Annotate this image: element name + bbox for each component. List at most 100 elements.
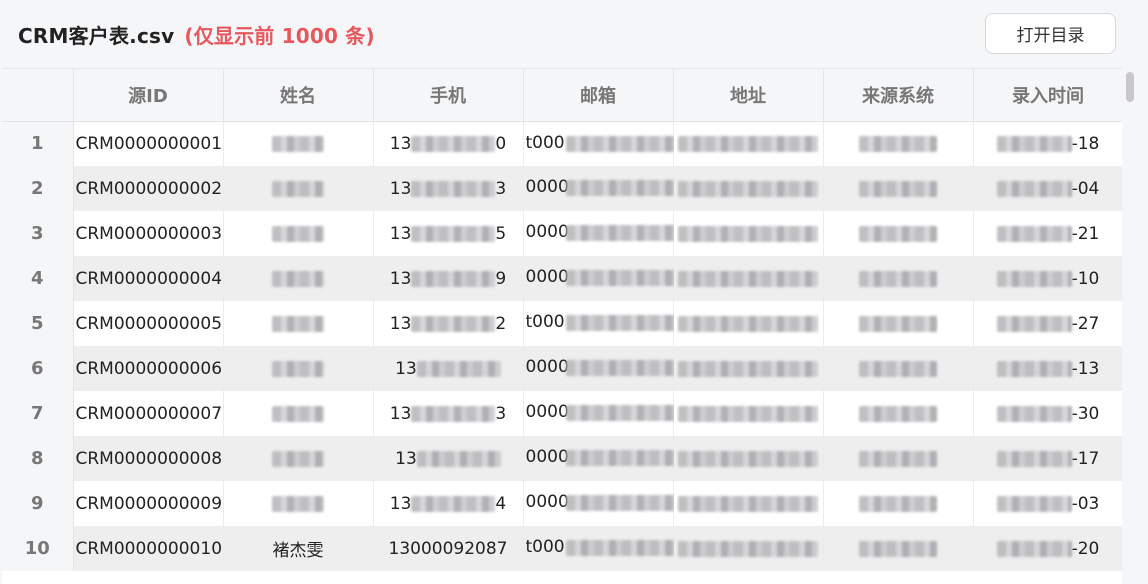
cell-email[interactable]: 0000 bbox=[523, 256, 821, 301]
cell-entry-time[interactable]: -03 bbox=[973, 481, 1122, 526]
table-row[interactable]: 10 CRM0000000010 褚杰雯 13000092087 t000 -20 bbox=[2, 526, 1122, 571]
cell-source-system[interactable] bbox=[823, 346, 974, 391]
cell-email[interactable]: 0000 bbox=[523, 166, 821, 211]
cell-name[interactable]: 褚杰雯 bbox=[223, 526, 374, 571]
cell-entry-time[interactable]: -30 bbox=[973, 391, 1122, 436]
cell-source-system[interactable] bbox=[823, 256, 974, 301]
column-header-phone[interactable]: 手机 bbox=[373, 69, 524, 122]
cell-address[interactable] bbox=[673, 121, 824, 166]
cell-source-id[interactable]: CRM0000000003 bbox=[73, 211, 224, 256]
cell-source-system[interactable] bbox=[823, 211, 974, 256]
cell-name[interactable] bbox=[223, 436, 374, 481]
cell-entry-time[interactable]: -20 bbox=[973, 526, 1122, 571]
redacted-date bbox=[996, 405, 1072, 422]
table-row[interactable]: 1 CRM0000000001 13 0 t000 -18 bbox=[2, 121, 1122, 166]
cell-source-id[interactable]: CRM0000000009 bbox=[73, 481, 224, 526]
name-text: 褚杰雯 bbox=[272, 541, 324, 561]
column-header-address[interactable]: 地址 bbox=[673, 69, 824, 122]
cell-name[interactable] bbox=[223, 481, 374, 526]
cell-email[interactable]: 0000 bbox=[523, 346, 821, 391]
open-directory-button[interactable]: 打开目录 bbox=[985, 13, 1116, 54]
redacted-name bbox=[272, 315, 324, 332]
cell-email[interactable]: 0000 bbox=[523, 436, 821, 481]
cell-source-system[interactable] bbox=[823, 481, 974, 526]
cell-name[interactable] bbox=[223, 256, 374, 301]
cell-phone[interactable]: 13 9 bbox=[373, 256, 524, 301]
redacted-name bbox=[272, 225, 324, 242]
cell-name[interactable] bbox=[223, 391, 374, 436]
cell-source-id[interactable]: CRM0000000004 bbox=[73, 256, 224, 301]
cell-entry-time[interactable]: -13 bbox=[973, 346, 1122, 391]
cell-source-id[interactable]: CRM0000000002 bbox=[73, 166, 224, 211]
cell-email[interactable]: 0000 bbox=[523, 391, 821, 436]
cell-phone[interactable]: 13 bbox=[373, 436, 524, 481]
table-row[interactable]: 8 CRM0000000008 13 0000 -17 bbox=[2, 436, 1122, 481]
cell-address[interactable] bbox=[673, 166, 824, 211]
cell-address[interactable] bbox=[673, 256, 824, 301]
cell-name[interactable] bbox=[223, 121, 374, 166]
table-row[interactable]: 6 CRM0000000006 13 0000 -13 bbox=[2, 346, 1122, 391]
table-row[interactable]: 9 CRM0000000009 13 4 0000 -03 bbox=[2, 481, 1122, 526]
cell-source-id[interactable]: CRM0000000008 bbox=[73, 436, 224, 481]
cell-source-id[interactable]: CRM0000000007 bbox=[73, 391, 224, 436]
email-prefix: 0000 bbox=[525, 402, 569, 422]
cell-source-id[interactable]: CRM0000000001 bbox=[73, 121, 224, 166]
column-header-email[interactable]: 邮箱 bbox=[523, 69, 674, 122]
cell-name[interactable] bbox=[223, 211, 374, 256]
redacted-source-system bbox=[859, 135, 937, 152]
cell-entry-time[interactable]: -17 bbox=[973, 436, 1122, 481]
cell-entry-time[interactable]: -04 bbox=[973, 166, 1122, 211]
phone-text: 13000092087 bbox=[388, 538, 508, 559]
cell-phone[interactable]: 13 3 bbox=[373, 166, 524, 211]
cell-source-id[interactable]: CRM0000000010 bbox=[73, 526, 224, 571]
cell-entry-time[interactable]: -21 bbox=[973, 211, 1122, 256]
cell-name[interactable] bbox=[223, 166, 374, 211]
table-row[interactable]: 5 CRM0000000005 13 2 t000 -27 bbox=[2, 301, 1122, 346]
column-header-entry-time[interactable]: 录入时间 bbox=[973, 69, 1122, 122]
cell-name[interactable] bbox=[223, 346, 374, 391]
cell-address[interactable] bbox=[673, 526, 824, 571]
column-header-name[interactable]: 姓名 bbox=[223, 69, 374, 122]
table-row[interactable]: 2 CRM0000000002 13 3 0000 -04 bbox=[2, 166, 1122, 211]
cell-email[interactable]: 0000 bbox=[523, 481, 821, 526]
cell-source-id[interactable]: CRM0000000006 bbox=[73, 346, 224, 391]
cell-source-system[interactable] bbox=[823, 391, 974, 436]
cell-entry-time[interactable]: -18 bbox=[973, 121, 1122, 166]
table-row[interactable]: 7 CRM0000000007 13 3 0000 -30 bbox=[2, 391, 1122, 436]
cell-phone[interactable]: 13 2 bbox=[373, 301, 524, 346]
table-row[interactable]: 3 CRM0000000003 13 5 0000 -21 bbox=[2, 211, 1122, 256]
column-header-source-id[interactable]: 源ID bbox=[73, 69, 224, 122]
cell-address[interactable] bbox=[673, 211, 824, 256]
cell-phone[interactable]: 13 5 bbox=[373, 211, 524, 256]
cell-address[interactable] bbox=[673, 391, 824, 436]
phone-suffix: 0 bbox=[495, 133, 507, 154]
cell-source-system[interactable] bbox=[823, 436, 974, 481]
cell-phone[interactable]: 13 0 bbox=[373, 121, 524, 166]
cell-address[interactable] bbox=[673, 346, 824, 391]
cell-email[interactable]: t000 bbox=[523, 526, 821, 571]
cell-entry-time[interactable]: -10 bbox=[973, 256, 1122, 301]
cell-source-system[interactable] bbox=[823, 301, 974, 346]
cell-address[interactable] bbox=[673, 481, 824, 526]
cell-phone[interactable]: 13 bbox=[373, 346, 524, 391]
cell-email[interactable]: 0000 bbox=[523, 211, 821, 256]
cell-address[interactable] bbox=[673, 301, 824, 346]
phone-suffix: 5 bbox=[495, 223, 507, 244]
cell-entry-time[interactable]: -27 bbox=[973, 301, 1122, 346]
cell-source-system[interactable] bbox=[823, 526, 974, 571]
cell-email[interactable]: t000 bbox=[523, 121, 821, 166]
cell-address[interactable] bbox=[673, 436, 824, 481]
cell-source-system[interactable] bbox=[823, 121, 974, 166]
cell-source-system[interactable] bbox=[823, 166, 974, 211]
row-index: 7 bbox=[2, 391, 74, 436]
column-header-source-system[interactable]: 来源系统 bbox=[823, 69, 974, 122]
cell-phone[interactable]: 13 4 bbox=[373, 481, 524, 526]
cell-phone[interactable]: 13 3 bbox=[373, 391, 524, 436]
cell-email[interactable]: t000 bbox=[523, 301, 821, 346]
table-row[interactable]: 4 CRM0000000004 13 9 0000 -10 bbox=[2, 256, 1122, 301]
cell-phone[interactable]: 13000092087 bbox=[373, 526, 524, 571]
cell-name[interactable] bbox=[223, 301, 374, 346]
cell-source-id[interactable]: CRM0000000005 bbox=[73, 301, 224, 346]
vertical-scrollbar[interactable] bbox=[1125, 68, 1135, 584]
scrollbar-thumb[interactable] bbox=[1126, 72, 1134, 102]
